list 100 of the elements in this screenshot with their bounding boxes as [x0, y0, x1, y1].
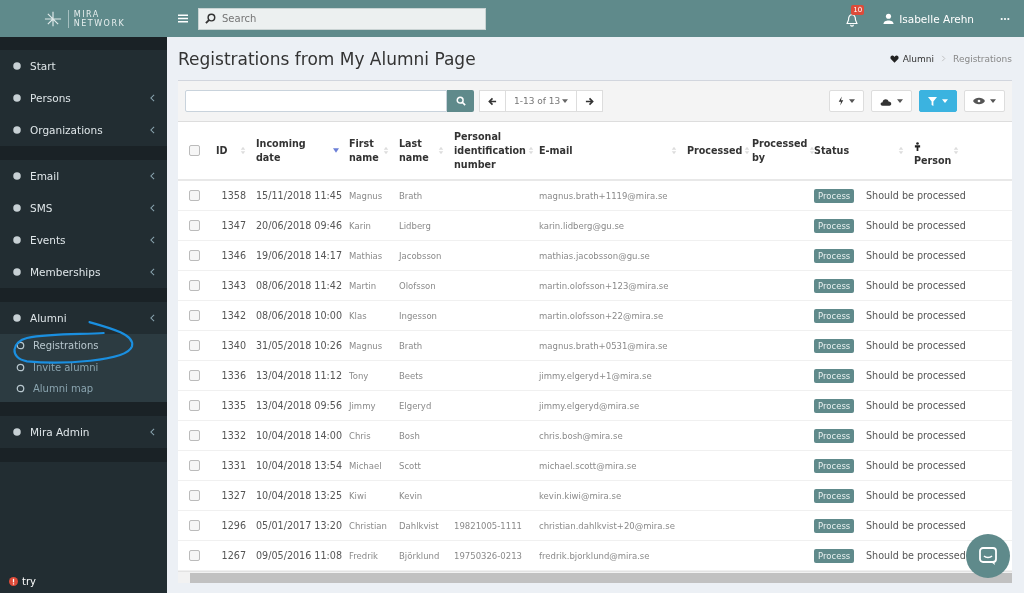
table-cell-text: 1327: [220, 490, 247, 501]
table-cell-text: Magnus: [348, 340, 384, 351]
table-cell-text: Dahlkvist: [398, 520, 440, 531]
table-cell-text: Michael: [348, 460, 383, 471]
table-cell-text: 13/04/2018 09:56: [255, 400, 343, 411]
nav-item[interactable]: Mira Admin: [0, 415, 167, 448]
table-cell-text: 1347: [220, 220, 247, 231]
table-cell-text: 1331: [220, 460, 247, 471]
table-cell-text: Tony: [348, 370, 370, 381]
table-cell-text: 1346: [220, 250, 247, 261]
table-cell-text: 05/01/2017 13:20: [255, 520, 343, 531]
column-header[interactable]: Processed by: [752, 136, 808, 165]
table-cell-text: fredrik.bjorklund@mira.se: [538, 550, 651, 561]
nav-item[interactable]: Events: [0, 224, 167, 256]
nav-item[interactable]: Persons: [0, 82, 167, 114]
nav-item[interactable]: Email: [0, 160, 167, 192]
process-button[interactable]: Process: [814, 398, 855, 413]
nav-item[interactable]: Organizations: [0, 114, 167, 146]
column-header[interactable]: E-mail: [539, 143, 669, 158]
process-button[interactable]: Process: [814, 368, 855, 383]
status-text: try: [22, 576, 36, 587]
table-cell-text: 31/05/2018 10:26: [255, 340, 343, 351]
column-header[interactable]: Personal identification number: [454, 129, 526, 172]
table-cell-text: 13/04/2018 11:12: [255, 370, 343, 381]
nav-item[interactable]: Alumni: [0, 302, 167, 334]
table-cell-text: Magnus: [348, 190, 384, 201]
process-button[interactable]: Process: [814, 188, 855, 203]
table-cell-text: karin.lidberg@gu.se: [538, 220, 626, 231]
column-header[interactable]: Processed: [687, 143, 743, 158]
table-cell-text: mathias.jacobsson@gu.se: [538, 250, 651, 261]
table-cell-text: 1296: [220, 520, 247, 531]
table-cell-text: kevin.kiwi@mira.se: [538, 490, 623, 501]
table-cell-text: 19/06/2018 14:17: [255, 250, 343, 261]
table-cell-text: Mathias: [348, 250, 384, 261]
search-input[interactable]: Search: [220, 12, 479, 25]
process-button[interactable]: Process: [814, 218, 855, 233]
table-cell-text: 1342: [220, 310, 247, 321]
table-cell-text: Kiwi: [348, 490, 368, 501]
column-header[interactable]: ID: [216, 143, 238, 158]
column-header[interactable]: First name: [349, 136, 381, 165]
table-cell-text: martin.olofsson+123@mira.se: [538, 280, 670, 291]
table-cell-text: Ingesson: [398, 310, 438, 321]
table-cell-text: 1343: [220, 280, 247, 291]
breadcrumb-current: Registrations: [953, 53, 1012, 64]
table-cell-text: 20/06/2018 09:46: [255, 220, 343, 231]
process-button[interactable]: Process: [814, 428, 855, 443]
submenu-item[interactable]: Invite alumni: [0, 356, 167, 378]
table-cell-text: Klas: [348, 310, 368, 321]
table-cell-text: Brath: [398, 190, 424, 201]
table-cell-text: Scott: [398, 460, 422, 471]
table-cell-text: 1332: [220, 430, 247, 441]
nav-item[interactable]: Start: [0, 50, 167, 82]
table-cell: 19821005-1111: [454, 520, 522, 531]
table-cell-text: 1340: [220, 340, 247, 351]
user-name[interactable]: Isabelle Arehn: [899, 12, 974, 25]
process-button[interactable]: Process: [814, 548, 855, 563]
page-dropdown[interactable]: 1-13 of 13: [506, 90, 577, 112]
brand-name: MIRA: [73, 9, 101, 19]
table-cell-text: magnus.brath+0531@mira.se: [538, 340, 669, 351]
nav-item[interactable]: Memberships: [0, 256, 167, 288]
table-cell-text: 08/06/2018 10:00: [255, 310, 343, 321]
table-cell-text: Björklund: [398, 550, 441, 561]
submenu-item[interactable]: Registrations: [0, 335, 167, 357]
process-button[interactable]: Process: [814, 458, 855, 473]
process-button[interactable]: Process: [814, 248, 855, 263]
table-cell-text: christian.dahlkvist+20@mira.se: [538, 520, 676, 531]
column-header[interactable]: Person: [914, 133, 952, 168]
table-cell-text: 15/11/2018 11:45: [255, 190, 343, 201]
process-button[interactable]: Process: [814, 308, 855, 323]
table-cell-text: Elgeryd: [398, 400, 433, 411]
column-header[interactable]: Incoming date: [256, 136, 331, 165]
page-title: Registrations from My Alumni Page: [178, 48, 477, 69]
table-cell-text: Chris: [348, 430, 372, 441]
table-cell-text: jimmy.elgeryd@mira.se: [538, 400, 641, 411]
process-button[interactable]: Process: [814, 518, 855, 533]
table-cell-text: michael.scott@mira.se: [538, 460, 638, 471]
column-header[interactable]: Last name: [399, 136, 436, 165]
table-cell-text: Jacobsson: [397, 250, 443, 261]
search-field[interactable]: Search: [198, 7, 486, 30]
submenu-item[interactable]: Alumni map: [0, 378, 167, 400]
nav-item[interactable]: SMS: [0, 192, 167, 224]
table-cell-text: Olofsson: [398, 280, 437, 291]
column-header[interactable]: Status: [814, 143, 896, 158]
table-cell-text: magnus.brath+1119@mira.se: [538, 190, 669, 201]
table-cell-text: martin.olofsson+22@mira.se: [538, 310, 665, 321]
table-cell-text: 08/06/2018 11:42: [255, 280, 343, 291]
breadcrumb-link[interactable]: Alumni: [902, 53, 935, 64]
table-cell-text: Jimmy: [347, 400, 377, 411]
table-cell-text: Martin: [348, 280, 378, 291]
table-cell-text: Bosh: [398, 430, 421, 441]
process-button[interactable]: Process: [814, 488, 855, 503]
process-button[interactable]: Process: [814, 338, 855, 353]
table-cell-text: Lidberg: [398, 220, 432, 231]
table-cell-text: Fredrik: [348, 550, 379, 561]
table-cell-text: 09/05/2016 11:08: [255, 550, 343, 561]
table-cell-text: 1336: [220, 370, 247, 381]
table-cell-text: Kevin: [398, 490, 424, 501]
table-cell-text: 1267: [220, 550, 247, 561]
process-button[interactable]: Process: [814, 278, 855, 293]
table-cell-text: Karin: [348, 220, 372, 231]
